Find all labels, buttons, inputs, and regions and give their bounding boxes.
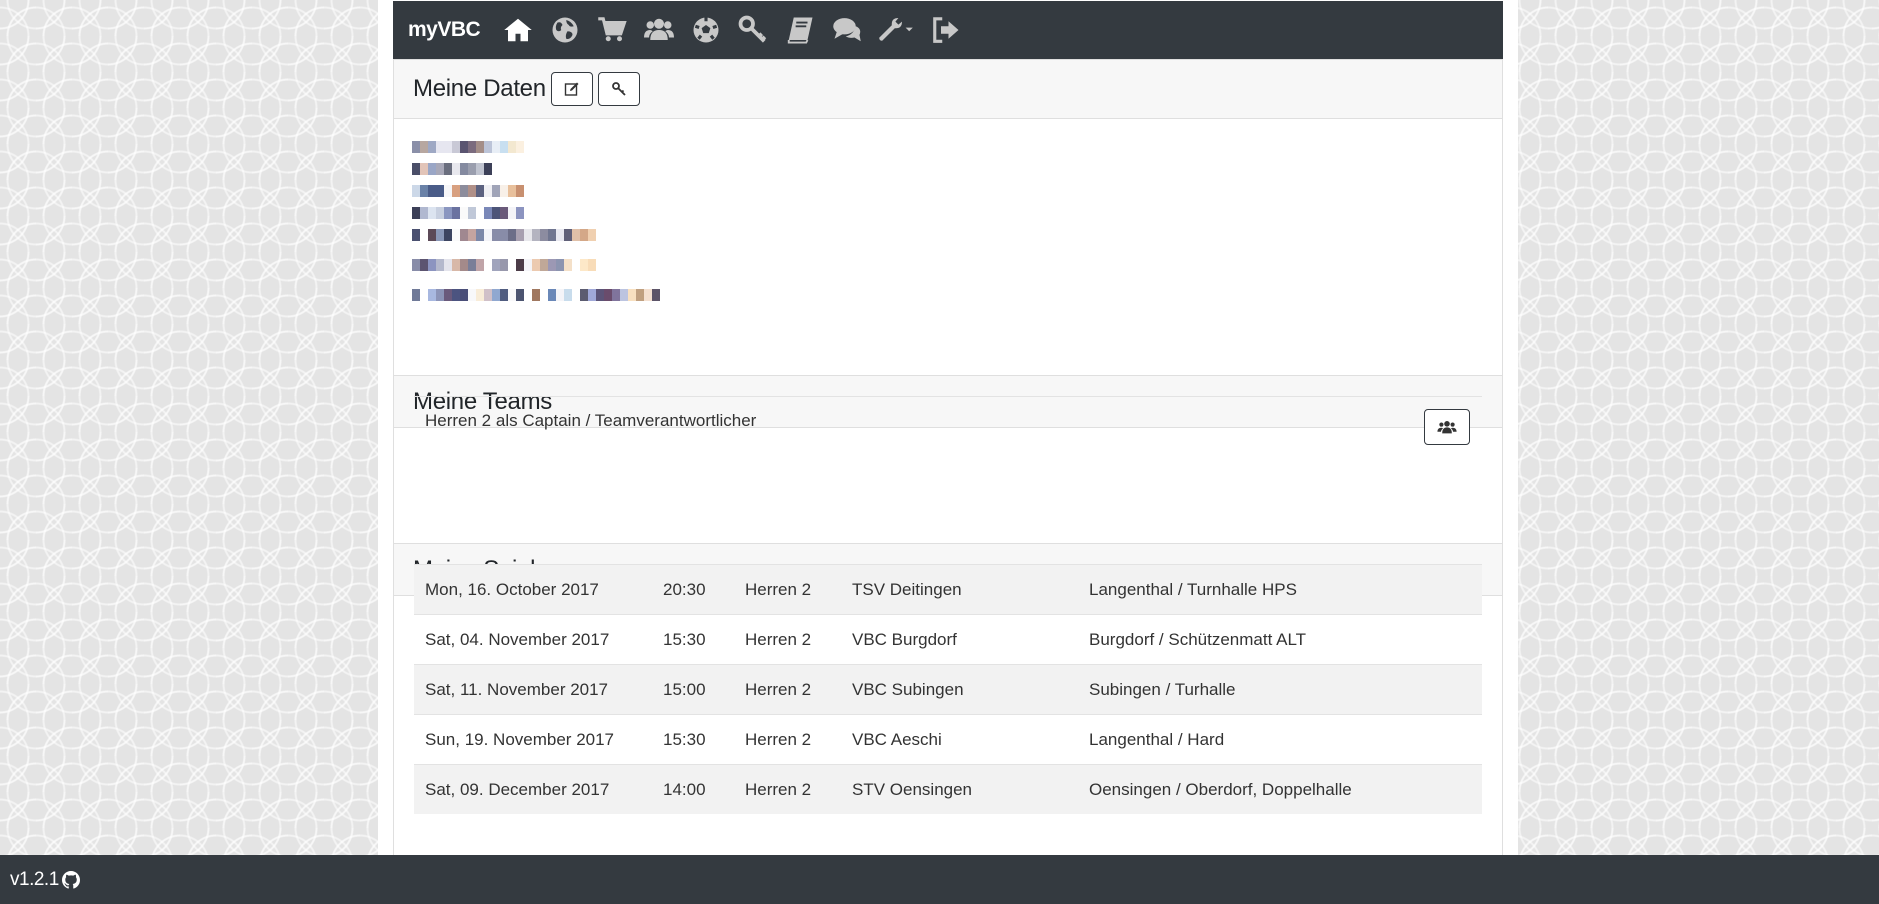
globe-icon[interactable]	[541, 1, 588, 59]
game-team: Herren 2	[745, 714, 852, 765]
game-date: Sat, 11. November 2017	[414, 664, 663, 715]
key-icon	[611, 82, 626, 96]
game-time: 14:00	[663, 764, 745, 814]
game-time: 15:00	[663, 664, 745, 715]
game-date: Mon, 16. October 2017	[414, 564, 663, 615]
brand-link[interactable]: myVBC	[408, 18, 481, 42]
redacted-line	[412, 207, 1502, 219]
my-data-card: Meine Daten	[393, 59, 1503, 376]
redacted-line	[412, 289, 1502, 309]
edit-icon	[564, 82, 579, 96]
table-row: Sat, 09. December 2017 14:00 Herren 2 ST…	[414, 764, 1482, 814]
game-time: 15:30	[663, 614, 745, 665]
sign-out-icon[interactable]	[922, 1, 969, 59]
game-team: Herren 2	[745, 764, 852, 814]
game-opponent: VBC Subingen	[852, 664, 1089, 715]
game-team: Herren 2	[745, 614, 852, 665]
table-row: Sun, 19. November 2017 15:30 Herren 2 VB…	[414, 714, 1482, 765]
redacted-line	[412, 163, 1502, 175]
game-location: Langenthal / Turnhalle HPS	[1089, 564, 1482, 615]
team-row: Herren 2 als Captain / Teamverantwortlic…	[414, 396, 1482, 457]
games-table: Mon, 16. October 2017 20:30 Herren 2 TSV…	[414, 564, 1482, 814]
table-row: Sat, 11. November 2017 15:00 Herren 2 VB…	[414, 664, 1482, 715]
change-password-button[interactable]	[597, 72, 640, 106]
redacted-line	[412, 229, 1502, 249]
game-location: Oensingen / Oberdorf, Doppelhalle	[1089, 764, 1482, 814]
game-team: Herren 2	[745, 564, 852, 615]
key-icon[interactable]	[729, 1, 776, 59]
game-location: Langenthal / Hard	[1089, 714, 1482, 765]
team-role-text: Herren 2 als Captain / Teamverantwortlic…	[425, 411, 757, 430]
game-location: Subingen / Turhalle	[1089, 664, 1482, 715]
game-opponent: TSV Deitingen	[852, 564, 1089, 615]
users-icon[interactable]	[635, 1, 682, 59]
cart-icon[interactable]	[588, 1, 635, 59]
wrench-icon[interactable]	[870, 1, 922, 59]
redacted-line	[412, 259, 1502, 279]
github-icon[interactable]	[61, 870, 80, 889]
game-time: 15:30	[663, 714, 745, 765]
main-container: myVBC Meine Daten Meine Teams Herren 2 a…	[378, 0, 1518, 904]
game-location: Burgdorf / Schützenmatt ALT	[1089, 614, 1482, 665]
users-icon	[1437, 421, 1457, 434]
team-members-button[interactable]	[1424, 409, 1470, 445]
my-data-header: Meine Daten	[394, 60, 1502, 119]
game-date: Sat, 09. December 2017	[414, 764, 663, 814]
personal-data-redacted	[394, 119, 1502, 309]
redacted-line	[412, 185, 1502, 197]
table-row: Sat, 04. November 2017 15:30 Herren 2 VB…	[414, 614, 1482, 665]
game-team: Herren 2	[745, 664, 852, 715]
redacted-line	[412, 141, 1502, 153]
game-date: Sun, 19. November 2017	[414, 714, 663, 765]
game-opponent: STV Oensingen	[852, 764, 1089, 814]
my-games-card: Meine Spiele Mon, 16. October 2017 20:30…	[393, 543, 1503, 875]
book-icon[interactable]	[776, 1, 823, 59]
my-teams-card: Meine Teams Herren 2 als Captain / Teamv…	[393, 375, 1503, 545]
table-row: Mon, 16. October 2017 20:30 Herren 2 TSV…	[414, 564, 1482, 615]
footer-bar: v1.2.1	[0, 855, 1879, 904]
home-icon[interactable]	[494, 1, 541, 59]
my-data-title: Meine Daten	[413, 75, 546, 102]
game-opponent: VBC Aeschi	[852, 714, 1089, 765]
game-time: 20:30	[663, 564, 745, 615]
game-date: Sat, 04. November 2017	[414, 614, 663, 665]
top-navbar: myVBC	[393, 1, 1503, 59]
version-label: v1.2.1	[10, 868, 59, 890]
soccer-ball-icon[interactable]	[682, 1, 729, 59]
comments-icon[interactable]	[823, 1, 870, 59]
edit-data-button[interactable]	[550, 72, 593, 106]
game-opponent: VBC Burgdorf	[852, 614, 1089, 665]
